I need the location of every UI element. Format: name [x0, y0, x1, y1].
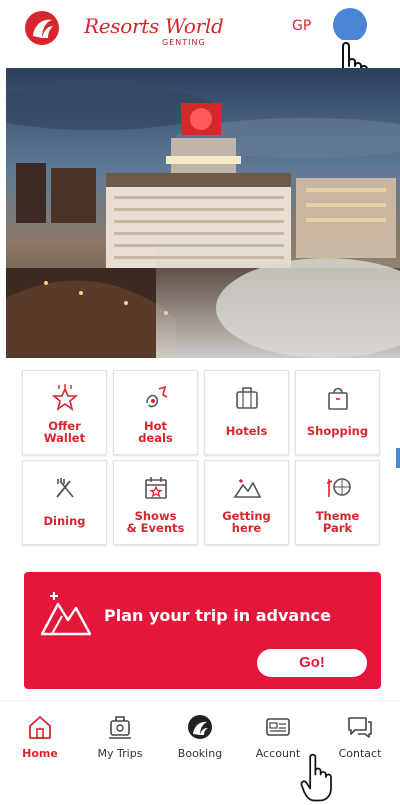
- tile-label: Hotels: [225, 424, 268, 438]
- chat-icon: [348, 717, 372, 738]
- brand-name: Resorts World: [84, 14, 224, 38]
- resorts-world-logo-mark: [25, 11, 59, 45]
- tile-label: Dining: [43, 514, 86, 528]
- tab-label: My Trips: [97, 747, 143, 760]
- profile-avatar[interactable]: [333, 8, 367, 42]
- my-trips-icon: [109, 716, 131, 739]
- resorts-world-logo[interactable]: Resorts World GENTING: [22, 8, 224, 48]
- tab-home[interactable]: Home: [2, 713, 78, 773]
- tile-getting-here[interactable]: Getting here: [204, 460, 289, 545]
- brand-subtitle: GENTING: [162, 38, 206, 47]
- offer-wallet-icon: [51, 384, 79, 411]
- dining-icon: [56, 478, 74, 498]
- tile-offer-wallet[interactable]: Offer Wallet: [22, 370, 107, 455]
- tab-booking[interactable]: Booking: [162, 713, 238, 773]
- scroll-indicator: [396, 448, 400, 468]
- tile-label: Getting here: [222, 509, 271, 535]
- shopping-bag-icon: [328, 387, 348, 410]
- tile-label: Shopping: [306, 424, 369, 438]
- go-button[interactable]: Go!: [257, 649, 367, 677]
- hot-deals-icon: [146, 385, 168, 408]
- tile-theme-park[interactable]: Theme Park: [295, 460, 380, 545]
- account-card-icon: [266, 718, 290, 736]
- language-code[interactable]: GP: [292, 18, 311, 34]
- tile-label: Offer Wallet: [43, 419, 86, 445]
- tile-label: Hot deals: [138, 419, 173, 445]
- tile-hotels[interactable]: Hotels: [204, 370, 289, 455]
- theme-park-icon: [326, 478, 351, 497]
- calendar-star-icon: [145, 477, 167, 499]
- home-icon: [29, 716, 51, 739]
- mountain-icon: [40, 592, 92, 636]
- plan-trip-banner[interactable]: Plan your trip in advance Go!: [24, 572, 381, 689]
- booking-icon: [188, 715, 212, 739]
- tile-hot-deals[interactable]: Hot deals: [113, 370, 198, 455]
- tab-label: Home: [22, 747, 58, 760]
- tile-shopping[interactable]: Shopping: [295, 370, 380, 455]
- tile-label: Shows & Events: [126, 509, 185, 535]
- mountain-icon: [233, 479, 262, 498]
- pointer-hand-icon: [300, 753, 332, 802]
- tile-label: Theme Park: [315, 509, 360, 535]
- bottom-tab-bar: Home My Trips Booking Account Contact: [0, 700, 400, 805]
- tab-label: Booking: [177, 747, 223, 760]
- hotel-icon: [236, 387, 258, 409]
- tab-my-trips[interactable]: My Trips: [82, 713, 158, 773]
- promo-text: Plan your trip in advance: [104, 606, 331, 625]
- tile-shows-events[interactable]: Shows & Events: [113, 460, 198, 545]
- tile-dining[interactable]: Dining: [22, 460, 107, 545]
- hero-resort-image: [6, 68, 400, 358]
